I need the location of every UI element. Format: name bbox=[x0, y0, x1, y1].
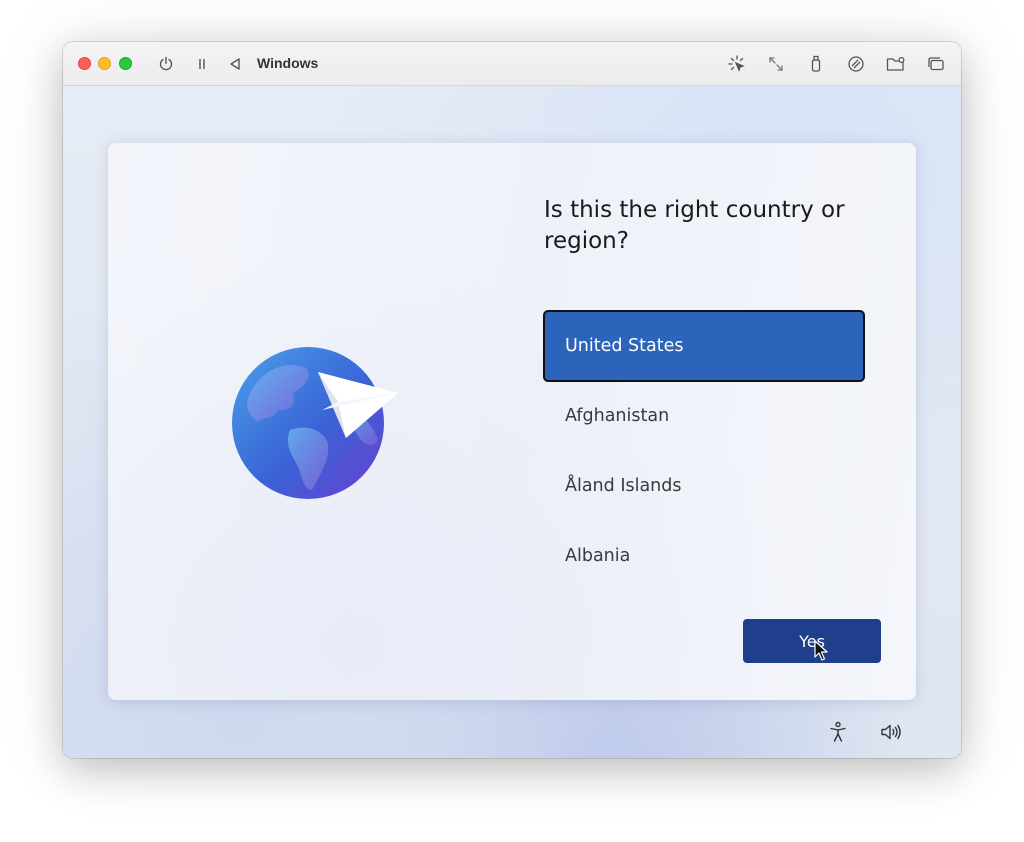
country-option-label: Afghanistan bbox=[565, 406, 670, 426]
minimize-window-button[interactable] bbox=[98, 57, 111, 70]
mouse-cursor-icon bbox=[814, 640, 828, 661]
window-title: Windows bbox=[257, 55, 319, 71]
country-list[interactable]: United States Afghanistan Åland Islands … bbox=[543, 310, 865, 591]
country-option[interactable]: Åland Islands bbox=[544, 451, 864, 521]
globe-illustration bbox=[232, 347, 398, 499]
back-icon[interactable] bbox=[225, 54, 245, 74]
country-option-label: Albania bbox=[565, 546, 631, 566]
setup-card: Is this the right country or region? Uni… bbox=[108, 143, 916, 700]
yes-button[interactable]: Yes bbox=[743, 619, 881, 663]
resize-icon[interactable] bbox=[766, 54, 786, 74]
accessibility-icon[interactable] bbox=[826, 720, 850, 744]
country-option-selected[interactable]: United States bbox=[543, 310, 865, 382]
volume-icon[interactable] bbox=[879, 720, 903, 744]
close-window-button[interactable] bbox=[78, 57, 91, 70]
country-option-label: Åland Islands bbox=[565, 476, 682, 496]
country-option[interactable]: Albania bbox=[544, 521, 864, 591]
power-icon[interactable] bbox=[156, 54, 176, 74]
shared-folder-icon[interactable] bbox=[886, 54, 906, 74]
country-option[interactable]: Afghanistan bbox=[544, 381, 864, 451]
pause-icon[interactable] bbox=[192, 54, 212, 74]
usb-icon[interactable] bbox=[806, 54, 826, 74]
zoom-window-button[interactable] bbox=[119, 57, 132, 70]
windows-icon[interactable] bbox=[926, 54, 946, 74]
titlebar: Windows bbox=[63, 42, 961, 86]
country-option-label: United States bbox=[565, 336, 684, 356]
page-title: Is this the right country or region? bbox=[544, 197, 845, 254]
capture-cursor-icon[interactable] bbox=[727, 54, 747, 74]
network-icon[interactable] bbox=[846, 54, 866, 74]
